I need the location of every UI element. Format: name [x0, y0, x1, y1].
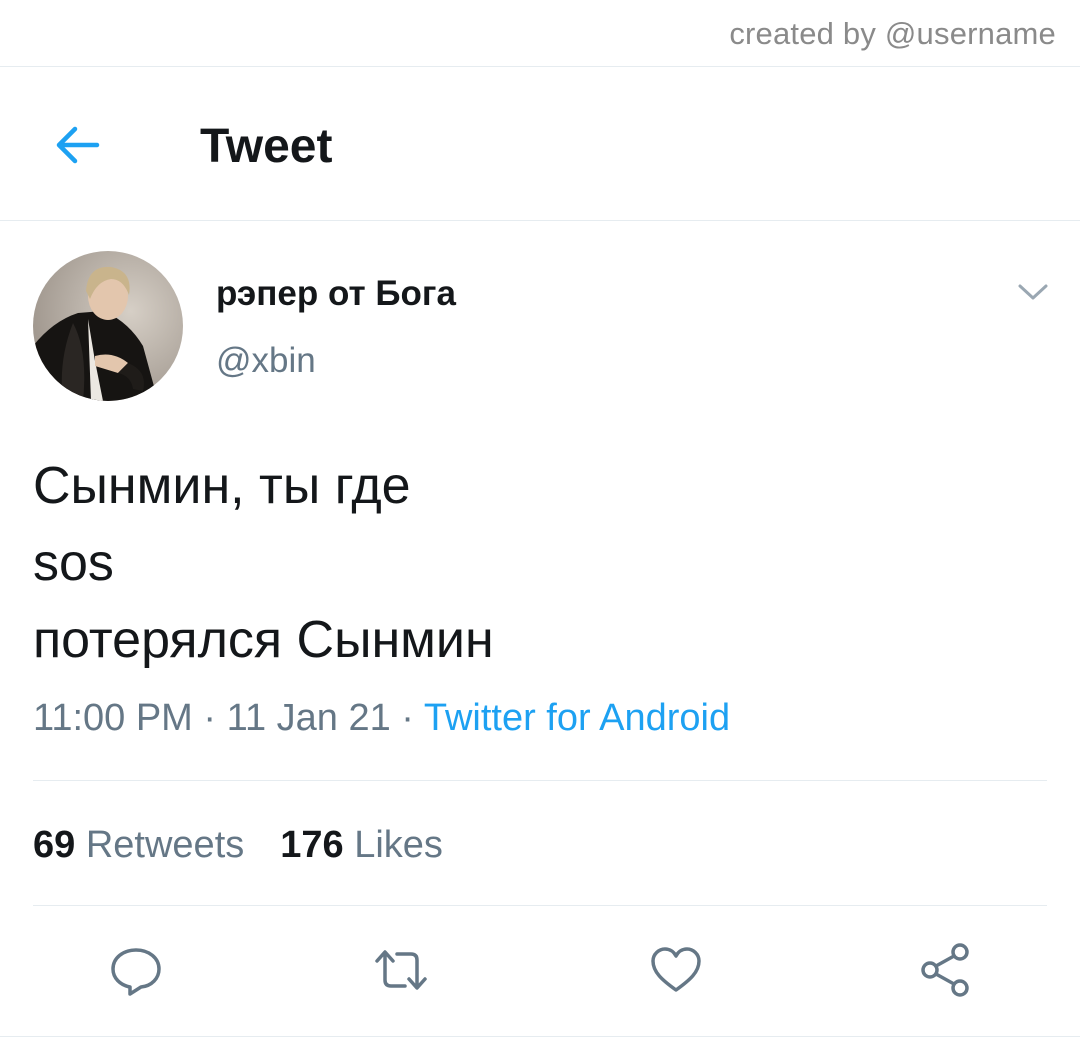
- share-button[interactable]: [915, 940, 975, 1000]
- retweets-label: Retweets: [85, 824, 245, 866]
- chevron-down-icon: [1018, 284, 1048, 300]
- like-button[interactable]: [646, 940, 706, 1000]
- tweet-meta: 11:00 PM · 11 Jan 21 · Twitter for Andro…: [33, 697, 730, 740]
- tweet-stats: 69 Retweets 176 Likes: [33, 824, 443, 867]
- likes-stat[interactable]: 176 Likes: [280, 824, 443, 867]
- tweet-text: Сынмин, ты где sos потерялся Сынмин: [33, 457, 494, 669]
- meta-separator: ·: [390, 697, 424, 739]
- meta-separator: ·: [192, 697, 227, 739]
- tweet-source-link[interactable]: Twitter for Android: [424, 697, 730, 739]
- like-icon: [651, 947, 701, 992]
- author-display-name[interactable]: рэпер от Бога: [216, 274, 456, 314]
- page-title: Tweet: [200, 120, 333, 173]
- retweets-stat[interactable]: 69 Retweets: [33, 824, 244, 867]
- retweets-count: 69: [33, 824, 76, 866]
- reply-icon: [111, 948, 161, 996]
- bottom-divider: [0, 1036, 1080, 1037]
- reply-button[interactable]: [106, 940, 166, 1000]
- author-handle[interactable]: @xbin: [216, 341, 316, 381]
- tweet-date: 11 Jan 21: [226, 697, 391, 739]
- header-bar: Tweet: [0, 67, 1080, 220]
- back-button[interactable]: [44, 117, 110, 173]
- meta-divider: [33, 780, 1047, 781]
- stats-divider: [33, 905, 1047, 906]
- share-icon: [921, 943, 969, 997]
- credit-watermark: created by @username: [729, 16, 1056, 51]
- arrow-left-icon: [56, 126, 100, 164]
- retweet-button[interactable]: [371, 940, 431, 1000]
- likes-label: Likes: [354, 824, 443, 866]
- tweet-time: 11:00 PM: [33, 697, 193, 739]
- retweet-icon: [375, 950, 427, 990]
- header-divider: [0, 220, 1080, 221]
- avatar[interactable]: [33, 251, 183, 401]
- more-options-button[interactable]: [1010, 274, 1056, 310]
- avatar-image: [33, 251, 183, 401]
- likes-count: 176: [280, 824, 344, 866]
